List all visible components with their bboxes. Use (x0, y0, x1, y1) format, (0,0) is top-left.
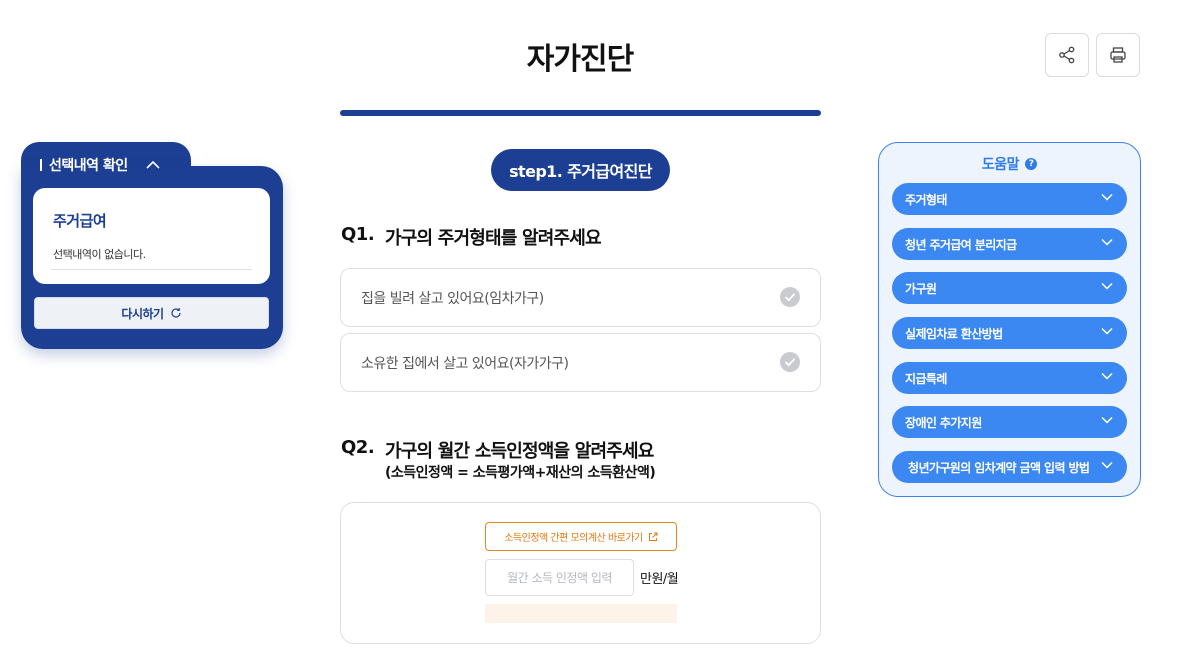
selection-card-title: 주거급여 (53, 212, 107, 230)
retry-button[interactable]: 다시하기 (34, 297, 269, 329)
help-item-label: 가구원 (905, 281, 937, 296)
help-item-label: 청년가구원의 임차계약 금액 입력 방법 (908, 460, 1090, 475)
chevron-down-icon (1101, 238, 1113, 246)
help-item-housing-type[interactable]: 주거형태 (892, 183, 1127, 215)
help-title-label: 도움말 (981, 157, 1020, 173)
title-underline (340, 110, 821, 116)
chevron-down-icon (1101, 372, 1113, 380)
q1-text: 가구의 주거형태를 알려주세요 (385, 228, 602, 249)
help-item-rent-conversion[interactable]: 실제임차료 환산방법 (892, 317, 1127, 349)
divider (51, 269, 252, 270)
help-item-label: 주거형태 (905, 192, 947, 207)
print-button[interactable] (1096, 33, 1140, 77)
q2-text: 가구의 월간 소득인정액을 알려주세요 (385, 441, 654, 462)
selection-panel-header: 선택내역 확인 (40, 155, 128, 175)
chevron-down-icon (1101, 282, 1113, 290)
help-item-youth-lease-amount[interactable]: 청년가구원의 임차계약 금액 입력 방법 (892, 451, 1127, 483)
help-title: 도움말 ? (878, 154, 1141, 174)
help-item-youth-split[interactable]: 청년 주거급여 분리지급 (892, 228, 1127, 260)
external-link-icon (648, 532, 658, 542)
q1-number: Q1. (341, 224, 375, 245)
share-icon (1059, 46, 1075, 64)
check-icon (780, 287, 800, 307)
q1-option-own[interactable]: 소유한 집에서 살고 있어요(자가가구) (340, 333, 821, 392)
check-icon (780, 352, 800, 372)
help-item-household[interactable]: 가구원 (892, 272, 1127, 304)
help-item-label: 지급특례 (905, 371, 947, 386)
header-bar (40, 159, 42, 171)
q2-number: Q2. (341, 437, 375, 458)
chevron-up-icon (146, 160, 160, 169)
calc-link-label: 소득인정액 간편 모의계산 바로가기 (504, 533, 643, 544)
page-title: 자가진단 (526, 42, 634, 77)
income-input[interactable] (485, 559, 634, 596)
print-icon (1110, 47, 1126, 63)
refresh-icon (170, 307, 182, 319)
question-icon: ? (1025, 158, 1038, 170)
income-unit: 만원/월 (640, 572, 679, 587)
chevron-down-icon (1101, 416, 1113, 424)
chevron-down-icon (1101, 327, 1113, 335)
income-calculator-link[interactable]: 소득인정액 간편 모의계산 바로가기 (485, 522, 677, 551)
selection-panel-toggle[interactable] (145, 156, 161, 172)
help-item-disability-support[interactable]: 장애인 추가지원 (892, 406, 1127, 438)
help-item-label: 장애인 추가지원 (905, 415, 982, 430)
share-button[interactable] (1045, 33, 1089, 77)
retry-label: 다시하기 (121, 306, 164, 321)
selection-card: 주거급여 선택내역이 없습니다. (33, 188, 270, 284)
income-result-strip (485, 604, 677, 623)
help-item-special-payment[interactable]: 지급특례 (892, 362, 1127, 394)
chevron-down-icon (1101, 461, 1113, 469)
option-label: 소유한 집에서 살고 있어요(자가가구) (361, 356, 569, 372)
selection-panel-title: 선택내역 확인 (49, 158, 128, 174)
option-label: 집을 빌려 살고 있어요(임차가구) (361, 291, 544, 307)
step-badge: step1. 주거급여진단 (491, 149, 670, 191)
q1-option-rent[interactable]: 집을 빌려 살고 있어요(임차가구) (340, 268, 821, 327)
q2-subtext: (소득인정액 = 소득평가액+재산의 소득환산액) (385, 465, 656, 481)
help-item-label: 청년 주거급여 분리지급 (905, 237, 1017, 252)
selection-card-message: 선택내역이 없습니다. (53, 248, 146, 261)
chevron-down-icon (1101, 193, 1113, 201)
help-item-label: 실제임차료 환산방법 (905, 326, 1003, 341)
